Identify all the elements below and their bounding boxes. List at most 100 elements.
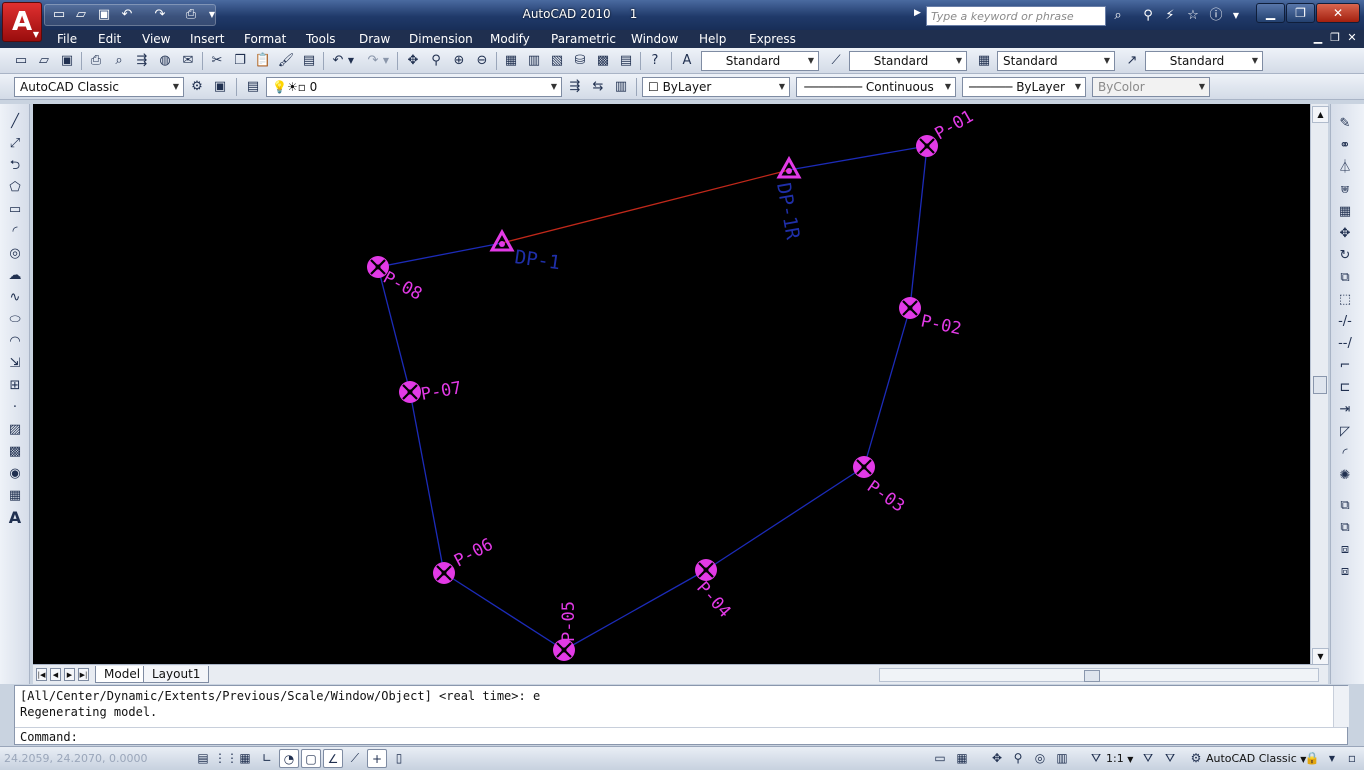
array-icon[interactable]: ▦ — [1334, 202, 1356, 222]
gradient-icon[interactable]: ▩ — [4, 442, 26, 462]
steering-wheel-icon[interactable]: ◎ — [1030, 749, 1050, 768]
command-scrollbar[interactable] — [1333, 686, 1349, 727]
scroll-thumb[interactable] — [1084, 670, 1100, 682]
vertical-scrollbar[interactable]: ▲ ▼ — [1310, 104, 1329, 665]
polyline-icon[interactable]: ⮌ — [4, 156, 26, 176]
line-icon[interactable]: ╱ — [4, 112, 26, 132]
clean-screen-icon[interactable]: ▫ — [1342, 749, 1362, 768]
plot-icon[interactable]: ⎙ — [181, 5, 201, 25]
doc-minimize-icon[interactable]: ▁ — [1310, 31, 1326, 44]
dim-style-select[interactable]: Standard ▼ — [849, 51, 967, 71]
annotation-scale[interactable]: 1:1 ▼ — [1106, 750, 1133, 767]
command-prompt[interactable]: Command: — [20, 729, 78, 745]
first-tab-icon[interactable]: |◀ — [36, 668, 47, 681]
showmotion-icon[interactable]: ▥ — [1052, 749, 1072, 768]
make-object-layer-current-icon[interactable]: ⇶ — [564, 77, 586, 97]
offset-icon[interactable]: ⩐ — [1334, 180, 1356, 200]
qnew-icon[interactable]: ▭ — [10, 51, 32, 71]
calculator-icon[interactable]: ▤ — [615, 51, 637, 71]
ellipse-icon[interactable]: ⬭ — [4, 310, 26, 330]
break-icon[interactable]: ⊏ — [1334, 378, 1356, 398]
break-at-point-icon[interactable]: ⌐ — [1334, 356, 1356, 376]
move-icon[interactable]: ✥ — [1334, 224, 1356, 244]
workspace-switching-icon[interactable]: ⚙ — [1186, 749, 1206, 768]
ellipse-arc-icon[interactable]: ◠ — [4, 332, 26, 352]
infer-constraints-icon[interactable]: ▤ — [193, 749, 213, 768]
dim-style-icon[interactable]: ⟋ — [825, 51, 847, 71]
layer-properties-icon[interactable]: ▤ — [242, 77, 264, 97]
prev-tab-icon[interactable]: ◀ — [50, 668, 61, 681]
make-block-icon[interactable]: ⊞ — [4, 376, 26, 396]
ortho-mode-icon[interactable]: ∟ — [257, 749, 277, 768]
point-icon[interactable]: · — [4, 398, 26, 418]
coordinates-display[interactable]: 24.2059, 24.2070, 0.0000 — [4, 750, 190, 767]
model-space-icon[interactable]: ▭ — [930, 749, 950, 768]
trim-icon[interactable]: -/- — [1334, 312, 1356, 332]
menu-window[interactable]: Window — [627, 30, 682, 48]
table-style-icon[interactable]: ▦ — [973, 51, 995, 71]
stretch-icon[interactable]: ⬚ — [1334, 290, 1356, 310]
table-icon[interactable]: ▦ — [4, 486, 26, 506]
explode-icon[interactable]: ✺ — [1334, 466, 1356, 486]
status-menu-icon[interactable]: ▼ — [1322, 749, 1342, 768]
text-style-select[interactable]: Standard ▼ — [701, 51, 819, 71]
help-question-icon[interactable]: ? — [644, 51, 666, 71]
annotation-scale-icon[interactable]: ⛛ — [1086, 749, 1106, 768]
hatch-icon[interactable]: ▨ — [4, 420, 26, 440]
undo-icon[interactable]: ↶ — [117, 5, 137, 25]
menu-help[interactable]: Help — [695, 30, 730, 48]
construction-line-icon[interactable]: ⤢ — [4, 134, 26, 154]
undo-dropdown-icon[interactable]: ▼ — [345, 51, 357, 71]
drawing-area[interactable]: P-01P-02P-03P-04P-05P-06P-07P-08DP-1DP-1… — [33, 104, 1310, 664]
lineweight-select[interactable]: ────── ByLayer ▼ — [962, 77, 1086, 97]
plot-preview-icon[interactable]: ⌕ — [108, 51, 130, 71]
menu-file[interactable]: File — [53, 30, 81, 48]
snap-mode-icon[interactable]: ⋮⋮ — [214, 749, 238, 768]
open-icon[interactable]: ▱ — [71, 5, 91, 25]
pan-status-icon[interactable]: ✥ — [987, 749, 1007, 768]
copy-object-icon[interactable]: ⚭ — [1334, 136, 1356, 156]
workspace-switch[interactable]: AutoCAD Classic ▼ — [1206, 750, 1306, 767]
multiline-text-icon[interactable]: A — [4, 508, 26, 528]
auto-scale-icon[interactable]: ⛛ — [1160, 749, 1180, 768]
binoculars-icon[interactable]: ⌕ — [1108, 7, 1128, 25]
object-snap-tracking-icon[interactable]: ∠ — [323, 749, 343, 768]
properties-icon[interactable]: ▦ — [500, 51, 522, 71]
text-style-icon[interactable]: A — [676, 51, 698, 71]
block-editor-icon[interactable]: ▤ — [298, 51, 320, 71]
menu-express[interactable]: Express — [745, 30, 800, 48]
draworder-above-icon[interactable]: ⧈ — [1334, 540, 1356, 560]
paste-icon[interactable]: 📋 — [252, 51, 274, 71]
close-button[interactable]: ✕ — [1316, 3, 1360, 23]
menu-insert[interactable]: Insert — [186, 30, 228, 48]
annotation-visibility-icon[interactable]: ⛛ — [1138, 749, 1158, 768]
tab-model[interactable]: Model — [95, 666, 150, 683]
redo-dropdown-icon[interactable]: ▼ — [380, 51, 392, 71]
horizontal-scrollbar[interactable] — [879, 668, 1319, 682]
join-icon[interactable]: ⇥ — [1334, 400, 1356, 420]
restore-button[interactable]: ❐ — [1286, 3, 1315, 23]
fillet-icon[interactable]: ◜ — [1334, 444, 1356, 464]
favorites-star-icon[interactable]: ☆ — [1183, 7, 1203, 25]
copy-icon[interactable]: ❐ — [229, 51, 251, 71]
doc-close-icon[interactable]: ✕ — [1344, 31, 1360, 44]
zoom-window-icon[interactable]: ⊕ — [448, 51, 470, 71]
workspace-settings-icon[interactable]: ⚙ — [186, 77, 208, 97]
rectangle-icon[interactable]: ▭ — [4, 200, 26, 220]
menu-view[interactable]: View — [138, 30, 174, 48]
menu-parametric[interactable]: Parametric — [547, 30, 620, 48]
zoom-status-icon[interactable]: ⚲ — [1008, 749, 1028, 768]
minimize-button[interactable]: ▁ — [1256, 3, 1285, 23]
application-menu-button[interactable]: A ▼ — [2, 2, 42, 42]
subscription-key-icon[interactable]: ⚲ — [1138, 7, 1158, 25]
markup-icon[interactable]: ▩ — [592, 51, 614, 71]
sheet-set-icon[interactable]: ⛁ — [569, 51, 591, 71]
linetype-select[interactable]: ──────── Continuous ▼ — [796, 77, 956, 97]
menu-dimension[interactable]: Dimension — [405, 30, 477, 48]
layer-select[interactable]: 💡☀▫ 0 ▼ — [266, 77, 562, 97]
insert-block-icon[interactable]: ⇲ — [4, 354, 26, 374]
scroll-thumb[interactable] — [1313, 376, 1327, 394]
multileader-style-select[interactable]: Standard ▼ — [1145, 51, 1263, 71]
3d-dwf-icon[interactable]: ◍ — [154, 51, 176, 71]
menu-draw[interactable]: Draw — [355, 30, 394, 48]
